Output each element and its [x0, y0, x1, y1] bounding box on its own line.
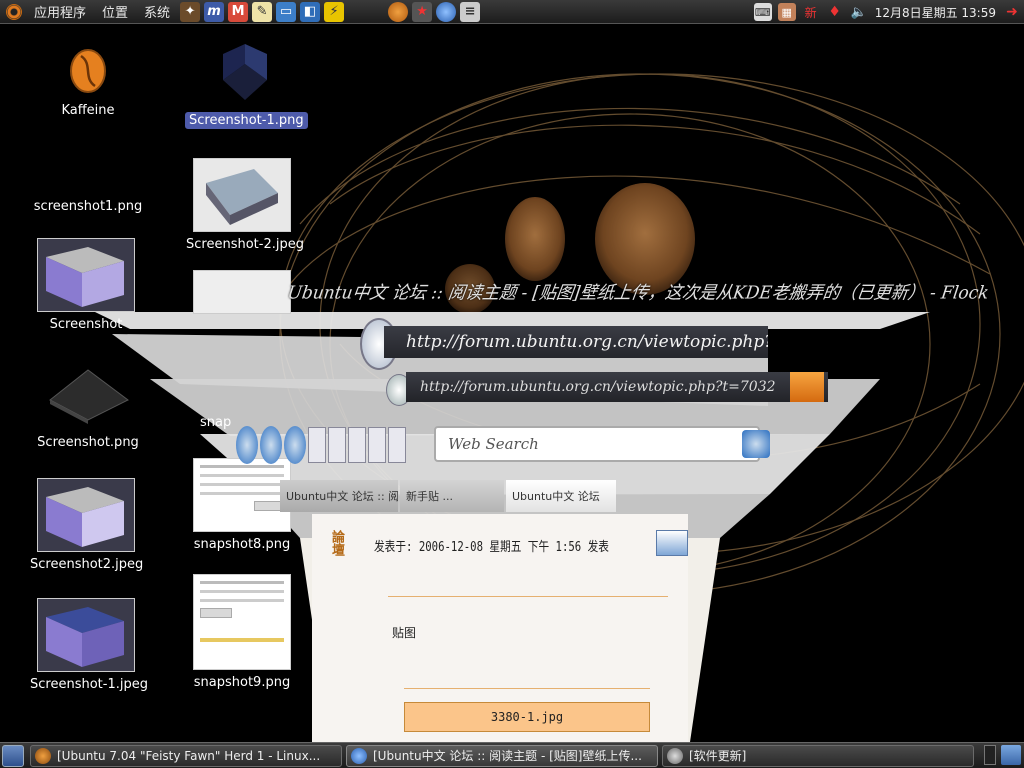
desktop-icon-label: Screenshot — [49, 317, 123, 332]
search-input[interactable]: Web Search — [434, 426, 760, 462]
kaffeine-launcher-icon[interactable] — [388, 1, 409, 22]
menu-system[interactable]: 系统 — [136, 0, 178, 24]
top-panel: 应用程序 位置 系统 ✦ m M ✎ ▭ ◧ ⚡ ★ ≡ ⌨ ▦ 新 ♦ 🔈 1… — [0, 0, 1024, 24]
bottom-panel: [Ubuntu 7.04 "Feisty Fawn" Herd 1 - Linu… — [0, 742, 1024, 768]
desktop-icon-label: Screenshot-1.jpeg — [30, 677, 148, 692]
desktop-icon-snapshot[interactable]: snap — [182, 270, 302, 431]
clock[interactable]: 12月8日星期五 13:59 — [871, 4, 1000, 21]
desktop-icon-screenshot[interactable]: Screenshot — [26, 238, 146, 333]
taskbar-item-label: [Ubuntu 7.04 "Feisty Fawn" Herd 1 - Linu… — [57, 748, 321, 763]
network-launcher-icon[interactable]: ◧ — [300, 1, 321, 22]
desktop-icon-label: snapshot8.png — [193, 537, 291, 552]
list-icon[interactable] — [328, 427, 346, 463]
system-tray: ⌨ ▦ 新 ♦ 🔈 12月8日星期五 13:59 ➜ — [751, 0, 1024, 24]
desktop-icon-kaffeine[interactable]: Kaffeine — [28, 48, 148, 119]
volume-icon[interactable]: 🔈 — [850, 3, 868, 21]
search-go-icon[interactable] — [742, 430, 770, 458]
flock-launcher-icon[interactable] — [436, 1, 457, 22]
flock-window-title: Ubuntu中文 论坛 :: 阅读主题 - [贴图]壁纸上传，这次是从KDE老搬… — [286, 282, 991, 304]
share-icon[interactable] — [368, 427, 386, 463]
star-launcher-icon[interactable]: ★ — [412, 1, 433, 22]
image-thumbnail — [37, 598, 135, 672]
desktop-icon-label: Kaffeine — [61, 103, 115, 118]
new-badge[interactable]: 新 — [802, 3, 820, 21]
image-thumbnail — [193, 574, 291, 670]
divider — [404, 688, 650, 689]
menu-applications[interactable]: 应用程序 — [26, 0, 94, 24]
desktop-icon-screenshot-2-jpeg[interactable]: Screenshot-2.jpeg — [182, 158, 304, 253]
taskbar-item-flock[interactable]: [Ubuntu中文 论坛 :: 阅读主题 - [贴图]壁纸上传... — [346, 744, 658, 767]
desktop-icon-label: Screenshot2.jpeg — [30, 557, 144, 572]
nav-icon[interactable] — [236, 426, 258, 464]
divider — [388, 596, 668, 597]
reload-icon[interactable] — [260, 426, 282, 464]
pattern-icon[interactable]: ▦ — [777, 3, 796, 21]
desktop-icon-snapshot9-png[interactable]: snapshot9.png — [182, 574, 302, 691]
desktop-icon-screenshot2-jpeg[interactable]: Screenshot2.jpeg — [26, 478, 146, 573]
desktop-icon-screenshot-1-png[interactable]: Screenshot-1.png — [185, 40, 308, 129]
ruby-icon[interactable]: ♦ — [826, 3, 844, 21]
quote-button-icon[interactable] — [656, 530, 688, 556]
gmail-launcher-icon[interactable]: M — [228, 1, 249, 22]
taskbar-item-label: [Ubuntu中文 论坛 :: 阅读主题 - [贴图]壁纸上传... — [373, 749, 642, 763]
logout-icon[interactable]: ➜ — [1003, 3, 1021, 21]
desktop-icon-label: screenshot1.png — [33, 199, 143, 214]
image-thumbnail — [193, 458, 291, 532]
ubuntu-logo-icon[interactable] — [6, 3, 22, 20]
image-caption-bar[interactable]: 3380-1.jpg — [404, 702, 650, 732]
tab-forum-2[interactable]: 新手贴 ... — [400, 480, 504, 512]
show-desktop-icon[interactable] — [2, 744, 24, 767]
desktop-icon-screenshot-png[interactable]: Screenshot.png — [28, 362, 148, 451]
image-thumbnail — [49, 369, 129, 424]
tab-forum-1[interactable]: Ubuntu中文 论坛 :: 阅读主题 — [280, 480, 398, 512]
image-thumbnail — [223, 44, 267, 100]
app-icon — [35, 747, 51, 764]
screen-launcher-icon[interactable]: ▭ — [276, 1, 297, 22]
url-bar[interactable]: http://forum.ubuntu.org.cn/viewtopic.php… — [384, 326, 768, 358]
desktop-icon-label: snapshot9.png — [193, 675, 291, 690]
trash-icon[interactable] — [1001, 745, 1021, 765]
page-icon[interactable] — [308, 427, 326, 463]
text-editor-launcher-icon[interactable]: ✎ — [252, 1, 273, 22]
image-thumbnail — [37, 478, 135, 552]
workspace-switcher[interactable] — [984, 745, 996, 765]
url-bar-reflection: http://forum.ubuntu.org.cn/viewtopic.php… — [406, 372, 828, 402]
taskbar-item-label: [软件更新] — [689, 749, 747, 763]
desktop-icon-screenshot-1-jpeg[interactable]: Screenshot-1.jpeg — [26, 598, 148, 693]
m-launcher-icon[interactable]: m — [204, 1, 225, 22]
image-thumbnail — [37, 238, 135, 312]
flash-launcher-icon[interactable]: ⚡ — [324, 1, 345, 22]
desktop-icon-label: snap — [200, 415, 232, 430]
tab-forum-active[interactable]: Ubuntu中文 论坛 — [506, 480, 616, 512]
flock-go-icon[interactable] — [790, 372, 824, 402]
image-thumbnail — [193, 270, 291, 314]
document-launcher-icon[interactable]: ≡ — [460, 1, 481, 22]
flock-icon — [351, 747, 367, 764]
desktop: 应用程序 位置 系统 ✦ m M ✎ ▭ ◧ ⚡ ★ ≡ ⌨ ▦ 新 ♦ 🔈 1… — [0, 0, 1024, 768]
kaffeine-icon — [70, 49, 106, 93]
update-icon — [667, 747, 683, 764]
desktop-icon-label: Screenshot.png — [37, 435, 139, 450]
gimp-launcher-icon[interactable]: ✦ — [180, 1, 201, 22]
taskbar-item-update[interactable]: [软件更新] — [662, 744, 974, 767]
desktop-icon-label: Screenshot-2.jpeg — [186, 237, 304, 252]
desktop-icon-label: Screenshot-1.png — [185, 112, 308, 129]
forum-sidebar-logo: 論壇 — [329, 530, 344, 556]
taskbar-item-terminal[interactable]: [Ubuntu 7.04 "Feisty Fawn" Herd 1 - Linu… — [30, 744, 342, 767]
post-body: 贴图 — [392, 626, 417, 640]
star-icon[interactable] — [348, 427, 366, 463]
desktop-icon-screenshot1-png[interactable]: screenshot1.png — [28, 160, 148, 215]
keyboard-icon[interactable]: ⌨ — [753, 3, 772, 21]
toolbar — [236, 422, 426, 468]
home-icon[interactable] — [284, 426, 306, 464]
image-thumbnail — [193, 158, 291, 232]
post-time: 发表于: 2006-12-08 星期五 下午 1:56 发表 — [374, 540, 609, 555]
menu-places[interactable]: 位置 — [94, 0, 136, 24]
bookmark-icon[interactable] — [388, 427, 406, 463]
